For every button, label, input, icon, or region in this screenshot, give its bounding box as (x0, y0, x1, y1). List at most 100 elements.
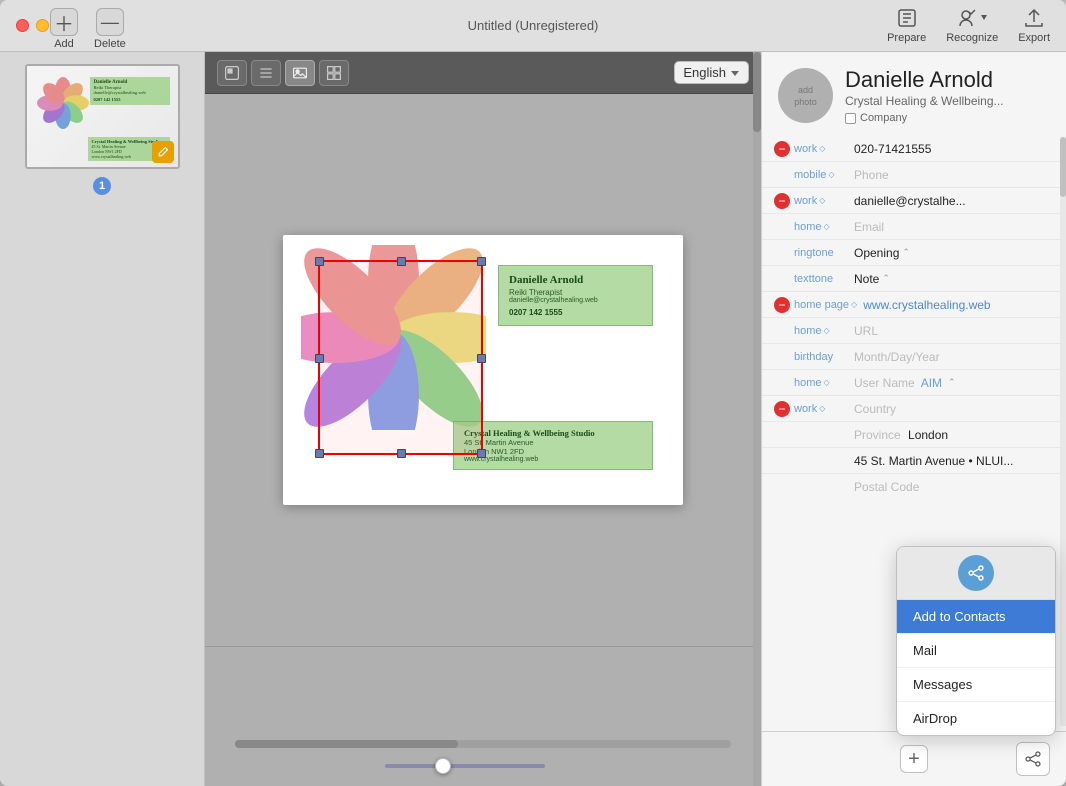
remove-work-address[interactable]: − (774, 401, 790, 417)
postal-placeholder[interactable]: Postal Code (854, 480, 1058, 494)
homepage-value[interactable]: www.crystalhealing.web (863, 298, 1058, 312)
field-home-email: home ◇ Email (762, 214, 1066, 240)
handle-tc[interactable] (397, 257, 406, 266)
handle-bc[interactable] (397, 449, 406, 458)
messages-item[interactable]: Messages (897, 668, 1055, 702)
contact-panel: add photo Danielle Arnold Crystal Healin… (761, 52, 1066, 786)
export-button[interactable]: Export (1018, 7, 1050, 44)
handle-br[interactable] (477, 449, 486, 458)
texttone-label: texttone (794, 273, 854, 285)
chevron-icon: ◇ (819, 196, 825, 205)
page-thumbnail[interactable]: Danielle Arnold Reiki Therapist danielle… (25, 64, 180, 169)
page-number: 1 (93, 177, 111, 195)
scrollbar-thumb (235, 740, 458, 748)
ringtone-label: ringtone (794, 247, 854, 259)
chevron-icon: ◇ (819, 404, 825, 413)
work-country-placeholder[interactable]: Country (854, 402, 1058, 416)
field-homepage: − home page ◇ www.crystalhealing.web (762, 292, 1066, 318)
handle-ml[interactable] (315, 354, 324, 363)
work-address-label[interactable]: work ◇ (794, 403, 854, 415)
tool-image[interactable] (285, 60, 315, 86)
home-url-label[interactable]: home ◇ (794, 325, 854, 337)
texttone-value[interactable]: Note ⌃ (854, 272, 1058, 286)
work-email-value[interactable]: danielle@crystalhe... (854, 194, 1058, 208)
homepage-label[interactable]: home page ◇ (794, 299, 863, 311)
chevron-icon: ◇ (824, 326, 830, 335)
remove-work-email[interactable]: − (774, 193, 790, 209)
contact-name-area: Danielle Arnold Crystal Healing & Wellbe… (845, 68, 1050, 124)
tool-grid[interactable] (319, 60, 349, 86)
mobile-phone-placeholder[interactable]: Phone (854, 168, 1058, 182)
handle-tr[interactable] (477, 257, 486, 266)
share-button[interactable] (1016, 742, 1050, 776)
recognize-label: Recognize (946, 32, 998, 44)
remove-homepage[interactable]: − (774, 297, 790, 313)
remove-work-phone[interactable]: − (774, 141, 790, 157)
card-name: Danielle Arnold (509, 274, 642, 286)
export-label: Export (1018, 32, 1050, 44)
zoom-thumb[interactable] (435, 758, 451, 774)
mobile-phone-label[interactable]: mobile ◇ (794, 169, 854, 181)
canvas-scrollbar-thumb (753, 52, 761, 132)
birthday-placeholder[interactable]: Month/Day/Year (854, 350, 1058, 364)
close-button[interactable] (16, 19, 29, 32)
share-menu-icon (958, 555, 994, 591)
horizontal-scrollbar[interactable] (235, 740, 731, 748)
avatar[interactable]: add photo (778, 68, 833, 123)
work-phone-label[interactable]: work ◇ (794, 143, 854, 155)
avatar-label: add (798, 85, 813, 95)
add-to-contacts-item[interactable]: Add to Contacts (897, 600, 1055, 634)
add-field-button[interactable]: + (900, 745, 928, 773)
contact-scrollbar[interactable] (1060, 137, 1066, 726)
card-phone: 0207 142 1555 (509, 308, 642, 317)
aim-value[interactable]: User Name AIM ⌃ (854, 376, 1058, 390)
delete-label: Delete (94, 38, 126, 50)
chevron-icon: ◇ (824, 378, 830, 387)
language-label: English (683, 65, 726, 80)
work-email-label[interactable]: work ◇ (794, 195, 854, 207)
field-work-email: − work ◇ danielle@crystalhe... (762, 188, 1066, 214)
prepare-button[interactable]: Prepare (887, 7, 926, 44)
ringtone-value[interactable]: Opening ⌃ (854, 246, 1058, 260)
add-button[interactable]: ＋ Add (50, 8, 78, 50)
contact-company: Crystal Healing & Wellbeing... (845, 94, 1050, 108)
mail-item[interactable]: Mail (897, 634, 1055, 668)
home-email-label[interactable]: home ◇ (794, 221, 854, 233)
field-mobile-phone: mobile ◇ Phone (762, 162, 1066, 188)
contact-header: add photo Danielle Arnold Crystal Healin… (762, 52, 1066, 132)
province-value[interactable]: Province London (854, 428, 1058, 442)
canvas-vertical-scrollbar[interactable] (753, 52, 761, 786)
home-email-placeholder[interactable]: Email (854, 220, 1058, 234)
card-name-block: Danielle Arnold Reiki Therapist danielle… (498, 265, 653, 326)
titlebar: ＋ Add — Delete Untitled (Unregistered) P… (0, 0, 1066, 52)
airdrop-item[interactable]: AirDrop (897, 702, 1055, 735)
minimize-button[interactable] (36, 19, 49, 32)
tool-select[interactable] (217, 60, 247, 86)
work-phone-value[interactable]: 020-71421555 (854, 142, 1058, 156)
field-home-url: home ◇ URL (762, 318, 1066, 344)
chevron-icon: ◇ (819, 144, 825, 153)
chevron-icon: ◇ (828, 170, 834, 179)
edit-badge (152, 141, 174, 163)
company-label: Company (860, 112, 907, 124)
selection-box (318, 260, 483, 455)
recognize-button[interactable]: Recognize (946, 7, 998, 44)
field-work-phone: − work ◇ 020-71421555 (762, 136, 1066, 162)
share-dropdown: Add to Contacts Mail Messages AirDrop (896, 546, 1056, 736)
tool-list[interactable] (251, 60, 281, 86)
card-address1: 45 St. Martin Avenue (464, 438, 642, 447)
handle-mr[interactable] (477, 354, 486, 363)
delete-button[interactable]: — Delete (94, 8, 126, 50)
field-aim: home ◇ User Name AIM ⌃ (762, 370, 1066, 396)
card-role: Reiki Therapist (509, 288, 642, 297)
handle-bl[interactable] (315, 449, 324, 458)
company-checkbox[interactable] (845, 113, 856, 124)
language-dropdown[interactable]: English (674, 61, 749, 84)
field-ringtone: ringtone Opening ⌃ (762, 240, 1066, 266)
aim-label[interactable]: home ◇ (794, 377, 854, 389)
card-website: www.crystalhealing.web (464, 456, 642, 463)
street-value[interactable]: 45 St. Martin Avenue • NLUI... (854, 454, 1058, 468)
home-url-placeholder[interactable]: URL (854, 324, 1058, 338)
zoom-slider[interactable] (385, 758, 545, 774)
handle-tl[interactable] (315, 257, 324, 266)
